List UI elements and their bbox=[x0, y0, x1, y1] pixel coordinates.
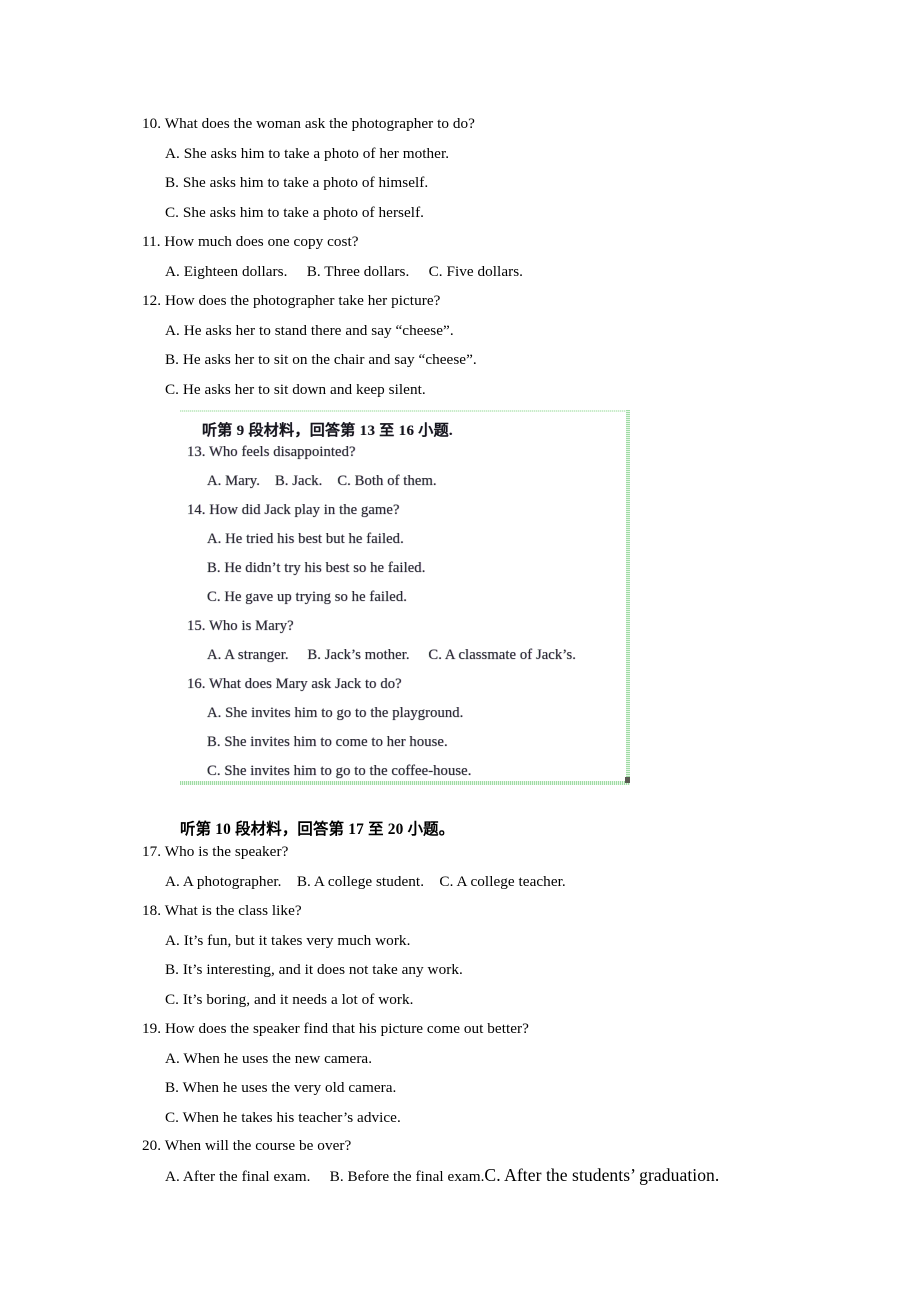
question-18-stem: 18. What is the class like? bbox=[142, 902, 302, 919]
question-14-option-c: C. He gave up trying so he failed. bbox=[207, 589, 407, 605]
question-20-options-ab: A. After the final exam. B. Before the f… bbox=[165, 1168, 485, 1185]
question-13-options-row: A. Mary. B. Jack. C. Both of them. bbox=[207, 473, 437, 489]
question-12-option-a: A. He asks her to stand there and say “c… bbox=[165, 321, 454, 339]
question-19-stem: 19. How does the speaker find that his p… bbox=[142, 1020, 529, 1037]
question-11-stem: 11. How much does one copy cost? bbox=[142, 233, 359, 250]
question-19-option-a: A. When he uses the new camera. bbox=[165, 1049, 373, 1067]
listening-material-9-heading: 听第 9 段材料，回答第 13 至 16 小题. bbox=[202, 423, 453, 439]
question-11-options-row: A. Eighteen dollars. B. Three dollars. C… bbox=[165, 262, 524, 280]
image-border-right bbox=[626, 410, 630, 785]
question-16-stem: 16. What does Mary ask Jack to do? bbox=[187, 676, 402, 692]
question-13-stem: 13. Who feels disappointed? bbox=[187, 444, 356, 460]
question-14-option-a: A. He tried his best but he failed. bbox=[207, 531, 404, 547]
question-17-options-row: A. A photographer. B. A college student.… bbox=[165, 872, 566, 890]
document-page: 10. What does the woman ask the photogra… bbox=[0, 0, 920, 1302]
question-20-option-c: C. After the students’ graduation. bbox=[484, 1165, 720, 1185]
question-18-option-c: C. It’s boring, and it needs a lot of wo… bbox=[165, 990, 414, 1008]
image-resize-handle[interactable] bbox=[625, 777, 630, 783]
question-14-stem: 14. How did Jack play in the game? bbox=[187, 502, 400, 518]
question-16-option-b: B. She invites him to come to her house. bbox=[207, 734, 448, 750]
question-14-option-b: B. He didn’t try his best so he failed. bbox=[207, 560, 426, 576]
question-10-option-b: B. She asks him to take a photo of himse… bbox=[165, 174, 429, 191]
image-border-bottom bbox=[180, 781, 630, 785]
question-19-option-c: C. When he takes his teacher’s advice. bbox=[165, 1108, 401, 1126]
question-16-option-c: C. She invites him to go to the coffee-h… bbox=[207, 763, 472, 779]
question-12-option-c: C. He asks her to sit down and keep sile… bbox=[165, 380, 426, 398]
question-18-option-a: A. It’s fun, but it takes very much work… bbox=[165, 931, 411, 949]
question-10-option-a: A. She asks him to take a photo of her m… bbox=[165, 144, 450, 162]
question-17-stem: 17. Who is the speaker? bbox=[142, 843, 289, 860]
embedded-scanned-image[interactable]: 听第 9 段材料，回答第 13 至 16 小题. 13. Who feels d… bbox=[180, 410, 630, 785]
question-20-stem: 20. When will the course be over? bbox=[142, 1137, 352, 1154]
question-16-option-a: A. She invites him to go to the playgrou… bbox=[207, 705, 464, 721]
question-10-option-c: C. She asks him to take a photo of herse… bbox=[165, 203, 425, 221]
question-10-stem: 10. What does the woman ask the photogra… bbox=[142, 115, 475, 132]
question-15-stem: 15. Who is Mary? bbox=[187, 618, 294, 634]
question-12-option-b: B. He asks her to sit on the chair and s… bbox=[165, 351, 477, 368]
image-border-top bbox=[180, 410, 630, 412]
listening-material-10-heading: 听第 10 段材料，回答第 17 至 20 小题。 bbox=[180, 821, 455, 838]
question-19-option-b: B. When he uses the very old camera. bbox=[165, 1079, 397, 1096]
question-18-option-b: B. It’s interesting, and it does not tak… bbox=[165, 961, 463, 978]
question-15-options-row: A. A stranger. B. Jack’s mother. C. A cl… bbox=[207, 647, 576, 663]
question-12-stem: 12. How does the photographer take her p… bbox=[142, 292, 441, 309]
question-20-options-row: A. After the final exam. B. Before the f… bbox=[165, 1165, 719, 1187]
